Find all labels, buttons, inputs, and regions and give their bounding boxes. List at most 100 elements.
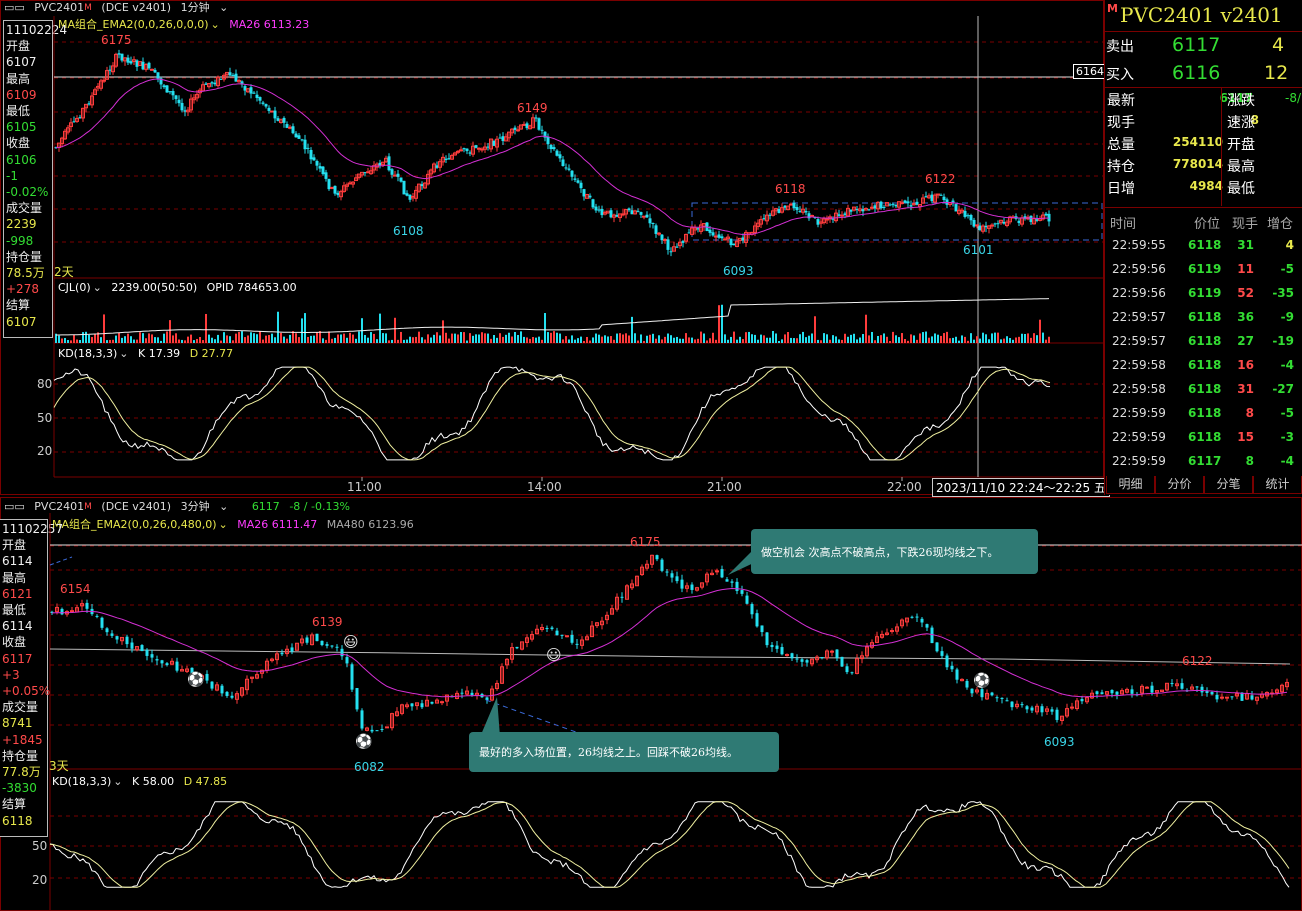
volume-bar [472,335,474,343]
bottom-price-chart[interactable] [0,497,1302,911]
buy-row[interactable]: 买入 6116 12 [1104,61,1302,85]
volume-bar [409,336,411,343]
volume-bar [73,334,75,343]
candle [395,707,399,717]
volume-bar [124,336,126,343]
volume-bar [955,336,957,343]
volume-bar [295,333,297,343]
volume-bar [799,334,801,343]
volume-bar [232,340,234,343]
volume-bar [157,337,159,343]
volume-bar [997,332,999,343]
top-kd-indicator[interactable]: KD(18,3,3) ⌄ K 17.39 D 27.77 [58,346,239,362]
volume-bar [994,332,996,343]
long-entry-annotation[interactable]: 最好的多入场位置，26均线之上。回踩不破26均线。 [469,732,779,772]
tick-cell: -4 [1280,454,1294,468]
bottom-kd-indicator[interactable]: KD(18,3,3) ⌄ K 58.00 D 47.85 [52,774,233,790]
candle [498,133,502,139]
candle [100,616,104,630]
candle [144,63,148,72]
volume-bar [892,331,894,343]
candle [430,701,434,705]
quote-tab[interactable]: 分价 [1155,476,1204,494]
tick-cell: 22:59:59 [1112,406,1166,420]
quote-tab[interactable]: 分笔 [1204,476,1253,494]
volume-bar [499,333,501,343]
tick-cell: 22:59:57 [1112,334,1166,348]
candle [1215,690,1219,703]
candle [885,202,889,207]
volume-bar [883,333,885,343]
tick-cell: 36 [1237,310,1254,324]
candle [273,106,277,124]
candle [555,149,559,157]
volume-bar [241,331,243,343]
volume-bar [475,334,477,343]
volume-bar [688,337,690,343]
volume-indicator-name[interactable]: CJL(0) [58,281,91,294]
candle [645,560,649,571]
volume-bar [769,337,771,343]
candle [750,602,754,619]
tick-row: 22:59:56 6119 52 -35 [1106,281,1302,305]
candle [305,635,309,645]
kd-indicator-name[interactable]: KD(18,3,3) [52,775,111,788]
quote-tab[interactable]: 统计 [1253,476,1302,494]
volume-bar [169,320,171,343]
volume-bar [586,336,588,343]
candle [545,625,549,632]
top-price-chart[interactable] [0,0,1104,495]
volume-bar [247,335,249,343]
candle [575,638,579,649]
candle [980,687,984,701]
candle [1250,690,1254,701]
candle [655,554,659,562]
volume-bar [580,336,582,343]
candle [1015,700,1019,709]
quote-tab[interactable]: 明细 [1106,476,1155,494]
volume-bar [817,339,819,343]
candle [685,582,689,593]
candle [80,599,84,611]
candle [905,617,909,627]
candle [624,209,628,219]
candle [828,214,832,223]
candle [252,91,256,94]
candle [795,204,799,214]
volume-bar [916,339,918,343]
stat-value: 254110 [1172,135,1223,149]
volume-bar [631,316,633,343]
candle [925,623,929,631]
volume-bar [337,334,339,343]
candle [771,206,775,217]
candle [207,83,211,89]
volume-bar [283,336,285,343]
volume-bar [811,333,813,343]
volume-bar [772,331,774,343]
candle [189,94,193,113]
volume-bar [691,337,693,343]
candle [405,190,409,197]
kd-indicator-name[interactable]: KD(18,3,3) [58,347,117,360]
candle [780,203,784,214]
top-volume-indicator[interactable]: CJL(0) ⌄ 2239.00(50:50) OPID 784653.00 [58,280,303,296]
volume-bar [550,332,552,343]
volume-bar [901,333,903,343]
stat-label: 最高 [1227,159,1255,175]
tick-row: 22:59:57 6118 36 -9 [1106,305,1302,329]
short-entry-annotation[interactable]: 做空机会 次高点不破高点，下跌26现均线之下。 [751,529,1038,574]
candle [560,634,564,639]
candle [522,121,526,126]
candle [1145,686,1149,689]
candle [625,584,629,600]
tick-cell: 11 [1237,262,1254,276]
smiley-icon: 😃 [546,646,562,664]
volume-bar [1009,338,1011,343]
top-volume-bars [55,298,1050,343]
tick-cell: 27 [1237,334,1254,348]
candle [720,565,724,579]
sell-row[interactable]: 卖出 6117 4 [1104,33,1302,57]
volume-bar [697,338,699,343]
volume-bar [583,340,585,343]
candle [642,215,646,220]
